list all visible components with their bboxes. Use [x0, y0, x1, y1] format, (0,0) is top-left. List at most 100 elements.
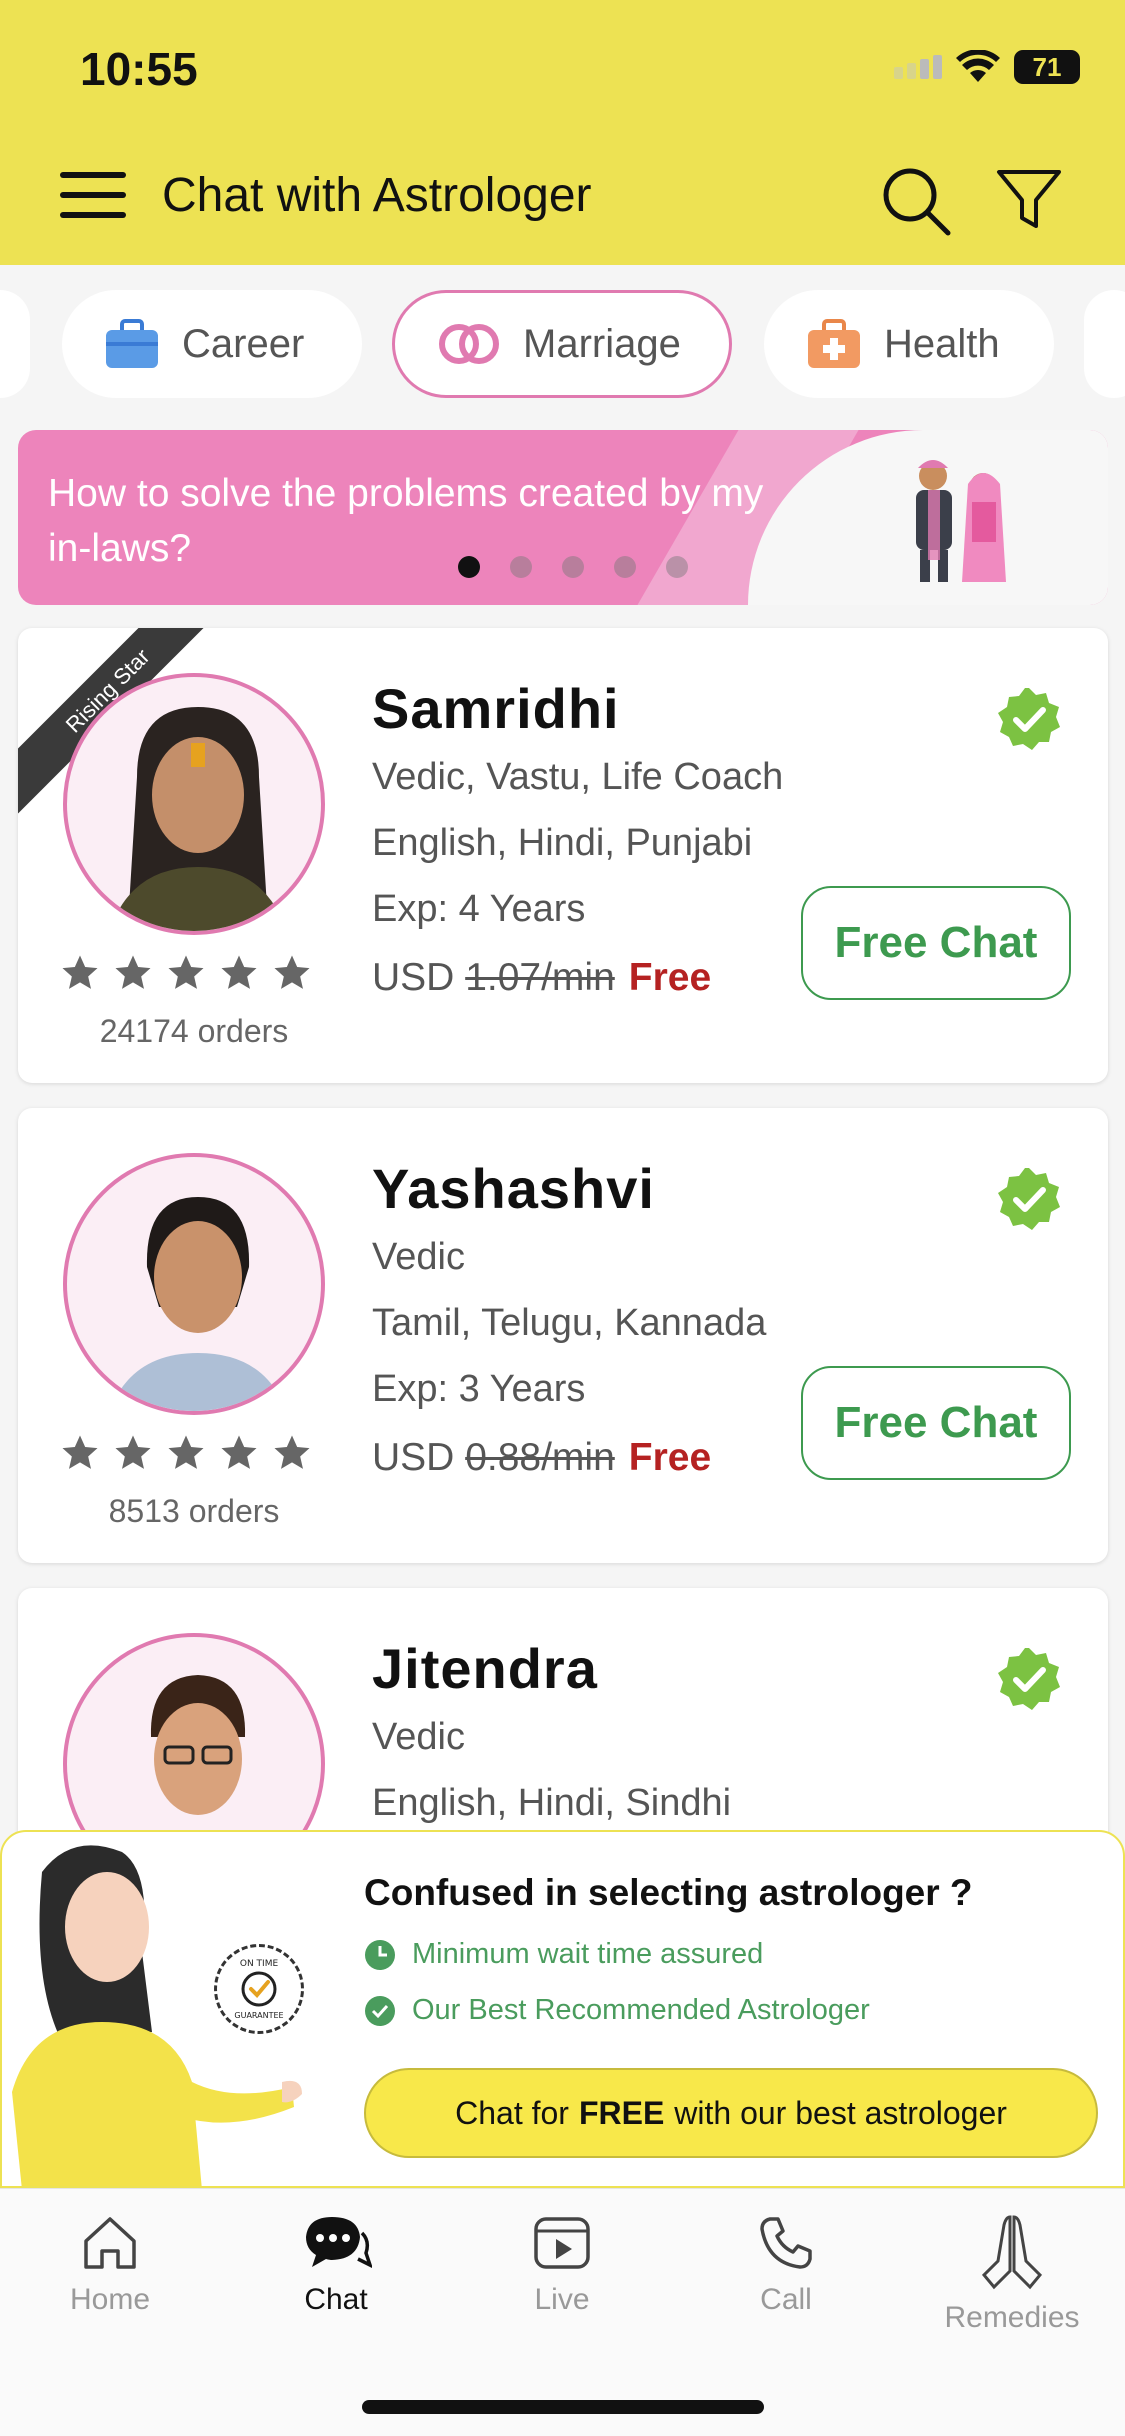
praying-hands-icon [981, 2215, 1043, 2290]
hamburger-menu-icon[interactable] [60, 172, 126, 218]
nav-call[interactable]: Call [706, 2213, 866, 2317]
category-pill-partial-left[interactable] [0, 290, 30, 398]
category-pill-partial-right[interactable] [1084, 290, 1125, 398]
wifi-icon [956, 50, 1000, 82]
free-price: Free [628, 1436, 712, 1479]
filter-icon[interactable] [996, 168, 1062, 230]
clock-check-icon: ON TIME GUARANTEE [234, 1959, 283, 2020]
astrologer-skills: Vedic [372, 1716, 465, 1758]
carousel-dot[interactable] [562, 556, 584, 578]
star-icon [62, 1435, 98, 1469]
promo-point: Our Best Recommended Astrologer [364, 1994, 870, 2027]
category-marriage[interactable]: Marriage [392, 290, 732, 398]
promo-point: Minimum wait time assured [364, 1938, 763, 1971]
nav-label: Remedies [944, 2301, 1080, 2334]
home-icon [84, 2217, 136, 2269]
rating-stars [60, 953, 312, 993]
orders-count: 24174 orders [99, 1013, 289, 1049]
carousel-dot[interactable] [458, 556, 480, 578]
free-chat-button[interactable]: Free Chat [801, 1366, 1071, 1480]
astrologer-photo [109, 707, 287, 931]
old-price: 1.07/min [465, 956, 615, 999]
astrologer-photo [109, 1197, 287, 1411]
promo-point-text: Minimum wait time assured [412, 1938, 764, 1970]
currency: USD [372, 1436, 455, 1479]
star-icon [62, 955, 98, 989]
home-indicator [362, 2400, 764, 2414]
free-chat-button[interactable]: Free Chat [801, 886, 1071, 1000]
svg-text:GUARANTEE: GUARANTEE [234, 2011, 283, 2020]
astrologer-name: Jitendra [372, 1637, 598, 1700]
live-icon [534, 2217, 590, 2269]
astrologer-card[interactable]: 8513 orders Yashashvi Vedic Tamil, Telug… [18, 1108, 1108, 1563]
star-icon [221, 1435, 257, 1469]
page-title: Chat with Astrologer [162, 169, 592, 222]
nav-remedies[interactable]: Remedies [932, 2213, 1092, 2335]
rating-stars [60, 1433, 312, 1473]
star-icon [168, 955, 204, 989]
astrologer-price: USD 0.88/min Free [372, 1436, 711, 1480]
carousel-dot[interactable] [614, 556, 636, 578]
free-price: Free [628, 956, 712, 999]
astrologer-skills: Vedic, Vastu, Life Coach [372, 756, 784, 798]
astrologer-card[interactable]: Rising Star 24174 orders Samridhi Vedic,… [18, 628, 1108, 1083]
promo-title: Confused in selecting astrologer ? [364, 1872, 973, 1913]
cta-suffix: with our best astrologer [674, 2094, 1007, 2131]
astrologer-experience: Exp: 4 Years [372, 888, 586, 930]
astrologer-experience: Exp: 3 Years [372, 1368, 586, 1410]
promo-point-text: Our Best Recommended Astrologer [412, 1994, 870, 2026]
star-icon [274, 1435, 310, 1469]
category-label: Career [182, 321, 305, 366]
app-header: 10:55 71 Chat with Astrologer [0, 0, 1125, 265]
cellular-signal-icon [894, 55, 942, 79]
medical-kit-icon [808, 319, 860, 368]
wedding-couple-illustration [916, 460, 1006, 582]
clock-icon [365, 1939, 395, 1970]
promo-banner[interactable]: How to solve the problems created by my … [18, 430, 1108, 605]
carousel-dot[interactable] [510, 556, 532, 578]
phone-icon [760, 2217, 812, 2269]
star-icon [115, 1435, 151, 1469]
battery-icon: 71 [1014, 50, 1080, 84]
currency: USD [372, 956, 455, 999]
cta-bold: FREE [578, 2094, 665, 2131]
status-time: 10:55 [80, 43, 198, 95]
category-health[interactable]: Health [764, 290, 1054, 398]
star-icon [168, 1435, 204, 1469]
verified-badge-icon [998, 1168, 1060, 1230]
search-icon[interactable] [880, 165, 952, 237]
star-icon [274, 955, 310, 989]
verified-badge-icon [998, 688, 1060, 750]
orders-count: 8513 orders [108, 1493, 280, 1529]
astrologer-name: Yashashvi [372, 1157, 655, 1220]
status-icons: 71 [894, 50, 1080, 84]
star-icon [221, 955, 257, 989]
avatar[interactable] [63, 1153, 325, 1415]
old-price: 0.88/min [465, 1436, 615, 1479]
avatar[interactable] [63, 673, 325, 935]
astrologer-name: Samridhi [372, 677, 620, 740]
star-icon [115, 955, 151, 989]
rings-icon [439, 324, 499, 364]
category-bar: Career Marriage Health [0, 290, 1125, 400]
nav-live[interactable]: Live [482, 2213, 642, 2317]
verified-badge-icon [998, 1648, 1060, 1710]
cta-prefix: Chat for [455, 2094, 569, 2131]
bottom-navigation: Home Chat Live Call Remedies [0, 2188, 1125, 2436]
astrologer-price: USD 1.07/min Free [372, 956, 711, 1000]
chat-free-best-astrologer-button[interactable]: Chat for FREE with our best astrologer [364, 2068, 1098, 2158]
carousel-dot[interactable] [666, 556, 688, 578]
nav-label: Live [534, 2283, 590, 2316]
briefcase-icon [106, 319, 158, 368]
category-career[interactable]: Career [62, 290, 362, 398]
nav-home[interactable]: Home [30, 2213, 190, 2317]
astrologer-recommendation-sheet: ON TIME GUARANTEE Confused in selecting … [0, 1830, 1125, 2188]
check-circle-icon [365, 1995, 395, 2026]
nav-chat[interactable]: Chat [256, 2213, 416, 2317]
svg-text:ON TIME: ON TIME [240, 1959, 279, 1969]
nav-label: Call [760, 2283, 812, 2316]
astrologer-skills: Vedic [372, 1236, 465, 1278]
chat-icon [306, 2217, 372, 2268]
carousel-dots [458, 556, 688, 578]
astrologer-languages: Tamil, Telugu, Kannada [372, 1302, 767, 1344]
